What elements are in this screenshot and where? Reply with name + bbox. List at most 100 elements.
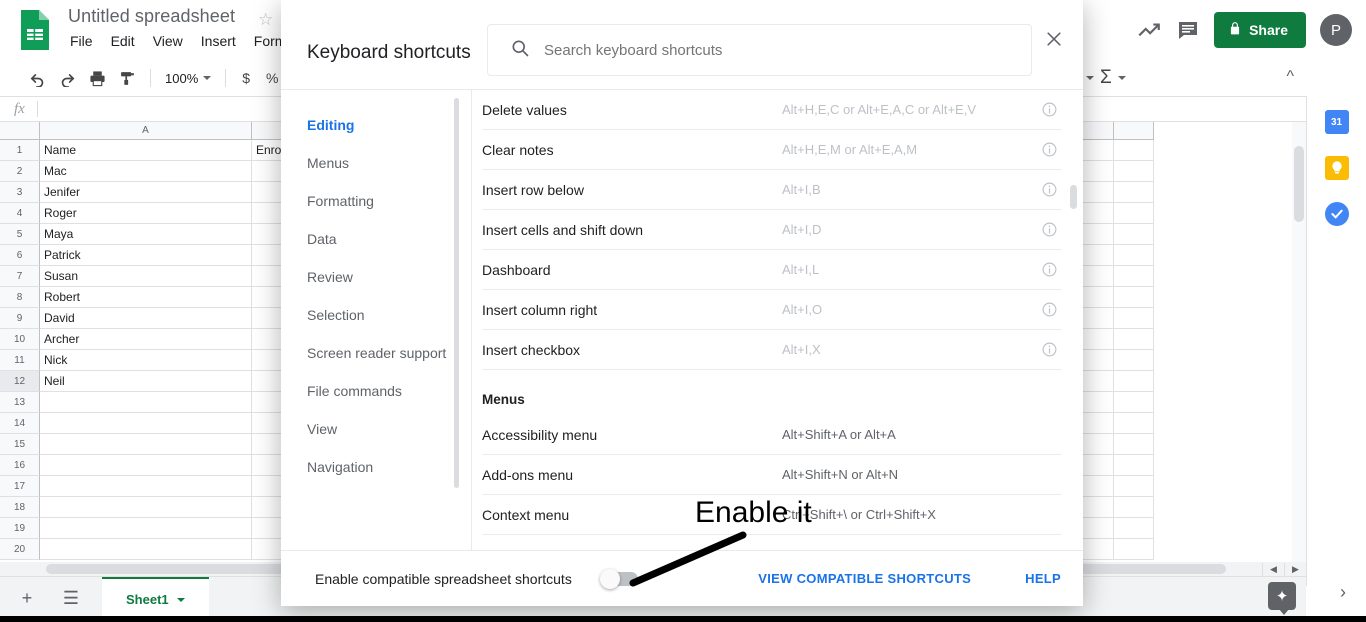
grid-cell[interactable]: Robert bbox=[40, 287, 252, 308]
grid-cell[interactable]: Nick bbox=[40, 350, 252, 371]
row-header-6[interactable]: 6 bbox=[0, 245, 40, 266]
grid-cell[interactable] bbox=[40, 434, 252, 455]
dialog-nav-item-formatting[interactable]: Formatting bbox=[281, 182, 471, 220]
row-header-7[interactable]: 7 bbox=[0, 266, 40, 287]
row-header-10[interactable]: 10 bbox=[0, 329, 40, 350]
grid-cell[interactable] bbox=[40, 413, 252, 434]
grid-cell[interactable] bbox=[1114, 413, 1154, 434]
tasks-icon[interactable] bbox=[1324, 202, 1349, 226]
info-icon[interactable] bbox=[1037, 101, 1061, 118]
grid-cell[interactable]: Patrick bbox=[40, 245, 252, 266]
grid-cell[interactable]: Jenifer bbox=[40, 182, 252, 203]
grid-cell[interactable]: Susan bbox=[40, 266, 252, 287]
menu-edit[interactable]: Edit bbox=[111, 33, 135, 49]
menu-view[interactable]: View bbox=[153, 33, 183, 49]
row-header-19[interactable]: 19 bbox=[0, 518, 40, 539]
info-icon[interactable] bbox=[1037, 261, 1061, 278]
grid-cell[interactable] bbox=[1114, 518, 1154, 539]
row-header-11[interactable]: 11 bbox=[0, 350, 40, 371]
close-icon[interactable] bbox=[1041, 26, 1067, 52]
grid-cell[interactable] bbox=[1114, 497, 1154, 518]
grid-cell[interactable]: Maya bbox=[40, 224, 252, 245]
functions-sigma-icon[interactable]: Σ bbox=[1100, 67, 1112, 89]
info-icon[interactable] bbox=[1037, 341, 1061, 358]
grid-cell[interactable] bbox=[1114, 476, 1154, 497]
grid-cell[interactable] bbox=[1114, 434, 1154, 455]
row-header-18[interactable]: 18 bbox=[0, 497, 40, 518]
info-icon[interactable] bbox=[1037, 221, 1061, 238]
search-input[interactable] bbox=[544, 41, 984, 59]
grid-cell[interactable]: Name bbox=[40, 140, 252, 161]
dialog-nav-item-selection[interactable]: Selection bbox=[281, 296, 471, 334]
grid-cell[interactable] bbox=[1114, 203, 1154, 224]
comment-icon[interactable] bbox=[1176, 18, 1200, 42]
row-header-8[interactable]: 8 bbox=[0, 287, 40, 308]
dialog-nav-item-file-commands[interactable]: File commands bbox=[281, 372, 471, 410]
calendar-icon[interactable]: 31 bbox=[1324, 110, 1349, 134]
dialog-nav-item-editing[interactable]: Editing bbox=[281, 106, 471, 144]
currency-format-button[interactable]: $ bbox=[234, 70, 258, 86]
grid-cell[interactable] bbox=[40, 392, 252, 413]
collapse-toolbar-icon[interactable]: ^ bbox=[1286, 68, 1294, 86]
dialog-nav-item-navigation[interactable]: Navigation bbox=[281, 448, 471, 486]
grid-cell[interactable] bbox=[1114, 266, 1154, 287]
grid-corner[interactable] bbox=[0, 122, 40, 140]
expand-side-panel-icon[interactable]: › bbox=[1340, 582, 1346, 603]
add-sheet-button[interactable]: + bbox=[10, 582, 44, 616]
grid-cell[interactable] bbox=[1114, 287, 1154, 308]
compatible-shortcuts-toggle[interactable] bbox=[599, 568, 638, 589]
explore-button[interactable]: ✦ bbox=[1268, 582, 1296, 615]
dialog-nav-item-data[interactable]: Data bbox=[281, 220, 471, 258]
grid-cell[interactable] bbox=[1114, 140, 1154, 161]
grid-cell[interactable] bbox=[1114, 371, 1154, 392]
grid-cell[interactable] bbox=[1114, 224, 1154, 245]
dialog-nav-item-review[interactable]: Review bbox=[281, 258, 471, 296]
grid-cell[interactable]: Archer bbox=[40, 329, 252, 350]
info-icon[interactable] bbox=[1037, 181, 1061, 198]
keep-icon[interactable] bbox=[1324, 156, 1349, 180]
search-box[interactable] bbox=[487, 24, 1032, 76]
functions-chevron-icon[interactable] bbox=[1117, 76, 1126, 80]
row-header-12[interactable]: 12 bbox=[0, 371, 40, 392]
row-header-5[interactable]: 5 bbox=[0, 224, 40, 245]
grid-cell[interactable] bbox=[40, 476, 252, 497]
grid-cell[interactable] bbox=[1114, 308, 1154, 329]
scroll-right-icon[interactable]: ▶ bbox=[1284, 563, 1306, 576]
column-header-A[interactable]: A bbox=[40, 122, 252, 140]
row-header-2[interactable]: 2 bbox=[0, 161, 40, 182]
share-button[interactable]: Share bbox=[1214, 12, 1306, 48]
dialog-nav-item-view[interactable]: View bbox=[281, 410, 471, 448]
sheet-tab-sheet1[interactable]: Sheet1 bbox=[102, 576, 209, 621]
vertical-scrollbar-thumb[interactable] bbox=[1294, 146, 1304, 222]
row-header-13[interactable]: 13 bbox=[0, 392, 40, 413]
help-link[interactable]: HELP bbox=[1025, 571, 1061, 586]
row-header-3[interactable]: 3 bbox=[0, 182, 40, 203]
grid-cell[interactable]: Neil bbox=[40, 371, 252, 392]
grid-cell[interactable] bbox=[1114, 161, 1154, 182]
menu-file[interactable]: File bbox=[70, 33, 93, 49]
grid-cell[interactable] bbox=[1114, 350, 1154, 371]
row-header-4[interactable]: 4 bbox=[0, 203, 40, 224]
grid-cell[interactable]: David bbox=[40, 308, 252, 329]
all-sheets-icon[interactable]: ☰ bbox=[54, 582, 88, 616]
info-icon[interactable] bbox=[1037, 301, 1061, 318]
grid-cell[interactable]: Mac bbox=[40, 161, 252, 182]
paint-format-icon[interactable] bbox=[112, 64, 142, 92]
scroll-left-icon[interactable]: ◀ bbox=[1262, 563, 1284, 576]
grid-cell[interactable] bbox=[40, 518, 252, 539]
column-header-blank[interactable] bbox=[1114, 122, 1154, 140]
row-header-9[interactable]: 9 bbox=[0, 308, 40, 329]
chevron-down-icon-2[interactable] bbox=[1086, 76, 1094, 80]
grid-cell[interactable] bbox=[1114, 455, 1154, 476]
grid-cell[interactable] bbox=[1114, 539, 1154, 560]
trending-up-icon[interactable] bbox=[1136, 17, 1162, 43]
info-icon[interactable] bbox=[1037, 141, 1061, 158]
grid-cell[interactable] bbox=[1114, 392, 1154, 413]
row-header-16[interactable]: 16 bbox=[0, 455, 40, 476]
dialog-nav-item-menus[interactable]: Menus bbox=[281, 144, 471, 182]
row-header-15[interactable]: 15 bbox=[0, 434, 40, 455]
menu-insert[interactable]: Insert bbox=[201, 33, 236, 49]
grid-cell[interactable] bbox=[40, 455, 252, 476]
print-icon[interactable] bbox=[82, 64, 112, 92]
dialog-nav-item-screen-reader-support[interactable]: Screen reader support bbox=[281, 334, 471, 372]
